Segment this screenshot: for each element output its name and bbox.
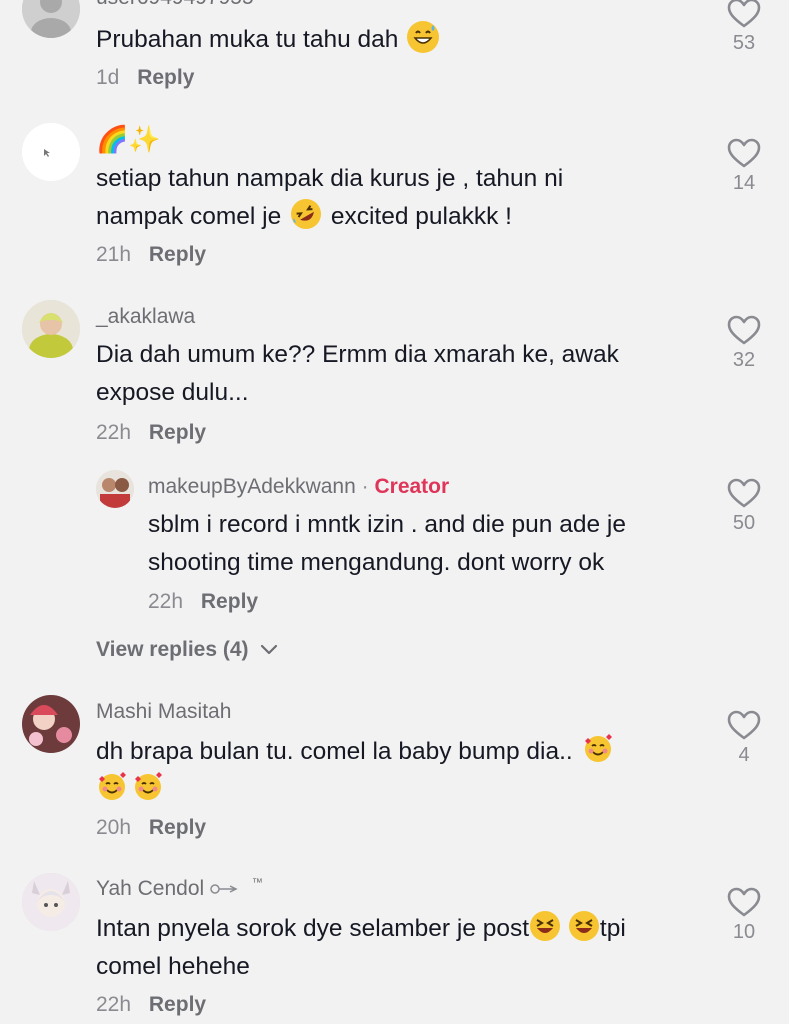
like-count: 10 [732, 921, 756, 943]
reply-button[interactable]: Reply [149, 816, 206, 839]
comment-text: dh brapa bulan tu. comel la baby bump di… [96, 733, 696, 809]
rolling-laughing-emoji [290, 198, 322, 230]
comment-text-content: Intan pnyela sorok dye selamber je post [96, 915, 530, 942]
like-count: 50 [732, 512, 756, 534]
comment-username[interactable]: user6949497955 [96, 0, 254, 10]
avatar[interactable] [22, 300, 80, 358]
like-button[interactable]: 50 [714, 478, 774, 535]
separator-dot: · [361, 475, 369, 498]
like-button[interactable]: 32 [714, 315, 774, 372]
heart-outline-icon [727, 0, 761, 28]
heart-outline-icon [727, 315, 761, 345]
like-button[interactable]: 4 [714, 710, 774, 767]
comment-text-content: comel hehehe [96, 953, 250, 980]
smiling-hearts-emoji [582, 733, 614, 765]
reply-text: sblm i record i mntk izin . and die pun … [148, 511, 626, 576]
view-replies-label: View replies (4) [96, 638, 249, 661]
comment-text: Intan pnyela sorok dye selamber je post … [96, 910, 696, 986]
comment-text-content: excited pulakkk ! [330, 203, 512, 230]
like-count: 4 [738, 744, 750, 766]
reply-button[interactable]: Reply [137, 66, 194, 89]
comment-time: 22h [96, 993, 132, 1016]
like-count: 32 [732, 349, 756, 371]
comment-text-line: nampak comel je excited pulakkk ! [96, 198, 696, 236]
comment-meta: 1d Reply [96, 66, 194, 90]
comment-text: setiap tahun nampak dia kurus je , tahun… [96, 160, 696, 236]
reply-time: 22h [148, 590, 184, 613]
avatar[interactable] [96, 470, 134, 508]
pen-icon [210, 884, 238, 895]
smiling-hearts-emoji [132, 771, 164, 803]
reply-button[interactable]: Reply [149, 993, 206, 1016]
like-button[interactable]: 10 [714, 887, 774, 944]
comment-meta: 22h Reply [96, 421, 206, 445]
heart-outline-icon [727, 478, 761, 508]
reply-meta: 22h Reply [148, 590, 258, 614]
grinning-sweat-emoji [407, 21, 440, 53]
comment-time: 20h [96, 816, 132, 839]
comment-username[interactable]: 🌈✨ [96, 124, 161, 155]
comment-text-line: setiap tahun nampak dia kurus je , tahun… [96, 165, 564, 192]
grinning-squint-emoji [568, 910, 600, 942]
reply-button[interactable]: Reply [149, 243, 206, 266]
like-button[interactable]: 14 [714, 138, 774, 195]
trademark-symbol: ™ [251, 877, 263, 889]
grinning-squint-emoji [529, 910, 561, 942]
comment-username[interactable]: Mashi Masitah [96, 700, 231, 724]
like-count: 14 [732, 172, 756, 194]
comment-meta: 20h Reply [96, 816, 206, 840]
heart-outline-icon [727, 710, 761, 740]
comment-text: Dia dah umum ke?? Ermm dia xmarah ke, aw… [96, 341, 619, 406]
reply-username[interactable]: makeupByAdekkwann · Creator [148, 475, 449, 499]
heart-outline-icon [727, 138, 761, 168]
reply-button[interactable]: Reply [201, 590, 258, 613]
heart-outline-icon [727, 887, 761, 917]
comment-time: 22h [96, 421, 132, 444]
avatar[interactable] [22, 695, 80, 753]
comment-text-content: dh brapa bulan tu. comel la baby bump di… [96, 738, 573, 765]
reply-button[interactable]: Reply [149, 421, 206, 444]
comment-username-text[interactable]: Yah Cendol [96, 877, 204, 900]
like-button[interactable]: 53 [714, 0, 774, 55]
comment-username[interactable]: _akaklawa [96, 305, 195, 329]
comment-text-content: Prubahan muka tu tahu dah [96, 26, 399, 53]
like-count: 53 [732, 32, 756, 54]
reply-username-text[interactable]: makeupByAdekkwann [148, 475, 356, 498]
avatar[interactable] [22, 0, 80, 38]
comment-username[interactable]: Yah Cendol ™ [96, 877, 263, 901]
chevron-down-icon [261, 645, 278, 655]
comment-time: 1d [96, 66, 120, 89]
smiling-hearts-emoji [96, 771, 128, 803]
comment-meta: 22h Reply [96, 993, 206, 1017]
view-replies-button[interactable]: View replies (4) [96, 638, 278, 662]
comment-text: Prubahan muka tu tahu dah [96, 21, 696, 59]
comment-meta: 21h Reply [96, 243, 206, 267]
avatar[interactable] [22, 873, 80, 931]
comment-text-content: tpi [599, 915, 626, 942]
comment-time: 21h [96, 243, 132, 266]
comment-text-content: nampak comel je [96, 203, 282, 230]
creator-badge: Creator [374, 475, 450, 498]
avatar[interactable] [22, 123, 80, 181]
